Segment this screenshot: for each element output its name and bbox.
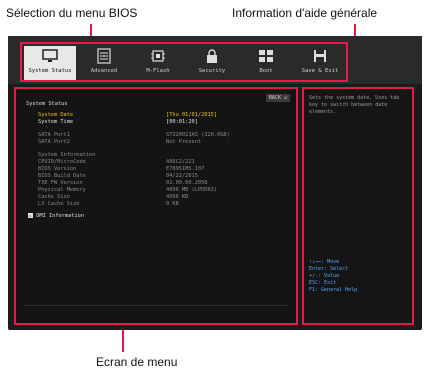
floppy-disk-icon bbox=[314, 50, 326, 62]
menu-item-label: M-Flash bbox=[146, 68, 170, 74]
menu-item-label: System Status bbox=[28, 68, 72, 74]
l3-cache-size-label: L3 Cache Size bbox=[38, 201, 80, 207]
cpuid-label: CPUID/MicroCode bbox=[38, 159, 86, 165]
callout-menu-screen: Ecran de menu bbox=[96, 355, 178, 369]
back-arrow-icon: ↺ bbox=[283, 95, 287, 101]
dmi-information-item[interactable]: ▸ DMI Information bbox=[28, 213, 84, 219]
help-key-exit: ESC: Exit bbox=[309, 280, 337, 286]
bios-version-label: BIOS Version bbox=[38, 166, 77, 172]
menu-item-system-status[interactable]: System Status bbox=[24, 46, 76, 80]
divider bbox=[24, 305, 288, 306]
menu-item-m-flash[interactable]: M-Flash bbox=[132, 46, 184, 80]
sata-port1-value: ST320013AS (320.0GB) bbox=[166, 132, 230, 138]
menu-item-save-exit[interactable]: Save & Exit bbox=[294, 46, 346, 80]
help-key-select: Enter: Select bbox=[309, 266, 349, 272]
back-label: BACK bbox=[268, 95, 281, 101]
txe-fw-version-label: TXE FW Version bbox=[38, 180, 83, 186]
sata-port2-label: SATA Port2 bbox=[38, 139, 70, 145]
menu-screen: BACK ↺ System Status System Date [Thu 01… bbox=[14, 87, 298, 325]
txe-fw-version-value: 02.00.00.2058 bbox=[166, 180, 208, 186]
menu-item-label: Security bbox=[198, 68, 226, 74]
physical-memory-label: Physical Memory bbox=[38, 187, 86, 193]
bios-screen: System Status Advanced M-Flash Security … bbox=[8, 36, 422, 330]
menu-item-label: Save & Exit bbox=[301, 68, 339, 74]
menu-item-boot[interactable]: Boot bbox=[240, 46, 292, 80]
bios-build-date-label: BIOS Build Date bbox=[38, 173, 86, 179]
system-date-label[interactable]: System Date bbox=[38, 112, 73, 118]
menu-item-label: Advanced bbox=[90, 68, 118, 74]
cache-size-label: Cache Size bbox=[38, 194, 70, 200]
bios-top-bar: System Status Advanced M-Flash Security … bbox=[8, 36, 422, 84]
help-panel: Sets the system date. Uses tab key to sw… bbox=[302, 87, 414, 325]
section-title: System Status bbox=[26, 101, 68, 107]
bios-menu-bar: System Status Advanced M-Flash Security … bbox=[20, 42, 348, 82]
menu-item-security[interactable]: Security bbox=[186, 46, 238, 80]
help-key-value: +/-: Value bbox=[309, 273, 340, 279]
advanced-settings-icon bbox=[97, 48, 111, 64]
cache-size-value: 4096 KB bbox=[166, 194, 189, 200]
system-time-label[interactable]: System Time bbox=[38, 119, 73, 125]
monitor-icon bbox=[42, 49, 58, 62]
l3-cache-size-value: 0 KB bbox=[166, 201, 179, 207]
sata-port1-label: SATA Port1 bbox=[38, 132, 70, 138]
system-date-value[interactable]: [Thu 01/01/2015] bbox=[166, 112, 217, 118]
dmi-information-label: DMI Information bbox=[36, 213, 85, 219]
back-button[interactable]: BACK ↺ bbox=[265, 94, 290, 102]
boot-drives-icon bbox=[259, 50, 273, 62]
sata-port2-value: Not Present bbox=[166, 139, 202, 145]
chip-icon bbox=[151, 50, 165, 62]
submenu-arrow-icon: ▸ bbox=[28, 213, 33, 218]
menu-item-advanced[interactable]: Advanced bbox=[78, 46, 130, 80]
callout-bios-menu-selection: Sélection du menu BIOS bbox=[6, 6, 138, 20]
system-time-value[interactable]: [00:01:20] bbox=[166, 119, 198, 125]
bios-build-date-value: 04/22/2015 bbox=[166, 173, 198, 179]
lock-icon bbox=[207, 49, 217, 63]
menu-item-label: Boot bbox=[259, 68, 273, 74]
bios-version-value: E7895IMS.107 bbox=[166, 166, 205, 172]
help-text: Sets the system date. Uses tab key to sw… bbox=[309, 95, 400, 115]
physical-memory-value: 4096 MB (LPDDR3) bbox=[166, 187, 218, 193]
help-key-move: ↑↓→←: Move bbox=[309, 259, 340, 265]
help-keys: ↑↓→←: Move Enter: Select +/-: Value ESC:… bbox=[309, 259, 357, 294]
sysinfo-title: System Information bbox=[38, 152, 96, 158]
cpuid-value: 406C2/221 bbox=[166, 159, 195, 165]
callout-general-help-info: Information d'aide générale bbox=[232, 6, 378, 20]
help-key-general-help: F1: General Help bbox=[309, 287, 358, 293]
